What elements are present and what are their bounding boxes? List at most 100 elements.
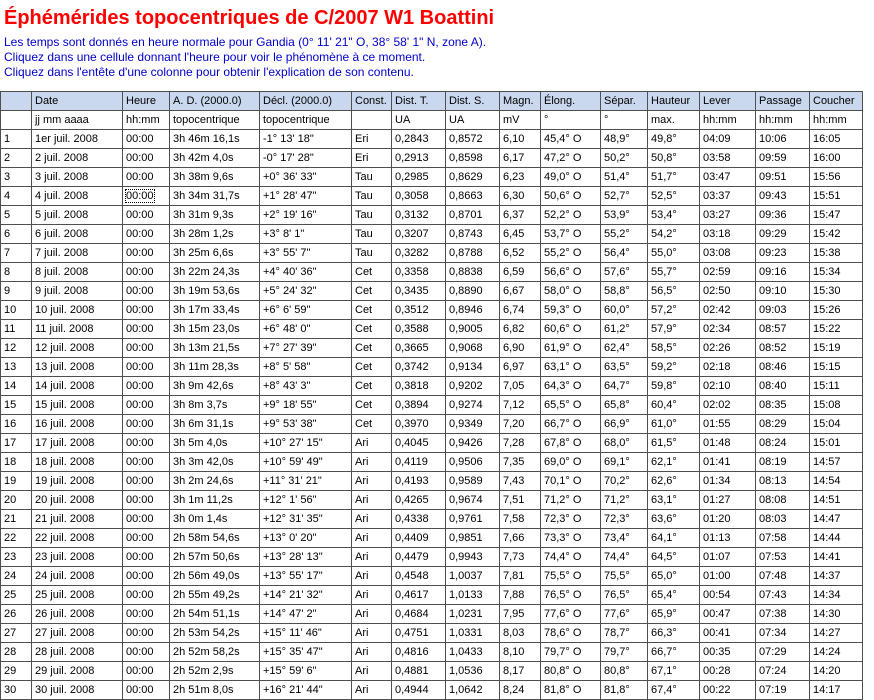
cell-transit-time[interactable]: 09:03 (755, 300, 810, 320)
cell-rise-time[interactable]: 02:02 (699, 395, 756, 415)
cell-transit-time[interactable]: 07:34 (755, 623, 810, 643)
cell-set-time[interactable]: 15:04 (809, 414, 863, 434)
cell-transit-time[interactable]: 08:08 (755, 490, 810, 510)
cell-set-time[interactable]: 14:41 (809, 547, 863, 567)
cell-rise-time[interactable]: 00:35 (699, 642, 756, 662)
cell-rise-time[interactable]: 00:28 (699, 661, 756, 681)
cell-rise-time[interactable]: 01:13 (699, 528, 756, 548)
cell-hour[interactable]: 00:00 (122, 585, 170, 605)
cell-transit-time[interactable]: 09:43 (755, 186, 810, 206)
cell-transit-time[interactable]: 07:48 (755, 566, 810, 586)
cell-set-time[interactable]: 16:05 (809, 129, 863, 149)
cell-rise-time[interactable]: 02:50 (699, 281, 756, 301)
column-header-sun-distance[interactable]: Dist. S. (445, 91, 500, 111)
cell-hour[interactable]: 00:00 (122, 509, 170, 529)
cell-hour[interactable]: 00:00 (122, 642, 170, 662)
cell-rise-time[interactable]: 01:48 (699, 433, 756, 453)
cell-set-time[interactable]: 14:30 (809, 604, 863, 624)
cell-set-time[interactable]: 14:27 (809, 623, 863, 643)
cell-hour[interactable]: 00:00 (122, 566, 170, 586)
cell-transit-time[interactable]: 08:24 (755, 433, 810, 453)
cell-transit-time[interactable]: 08:29 (755, 414, 810, 434)
cell-set-time[interactable]: 14:17 (809, 680, 863, 700)
cell-set-time[interactable]: 14:54 (809, 471, 863, 491)
column-header-hour[interactable]: Heure (122, 91, 170, 111)
cell-rise-time[interactable]: 01:20 (699, 509, 756, 529)
cell-rise-time[interactable]: 03:37 (699, 186, 756, 206)
cell-hour[interactable]: 00:00 (122, 262, 170, 282)
cell-transit-time[interactable]: 07:38 (755, 604, 810, 624)
cell-transit-time[interactable]: 08:40 (755, 376, 810, 396)
cell-set-time[interactable]: 15:08 (809, 395, 863, 415)
cell-hour[interactable]: 00:00 (122, 338, 170, 358)
cell-hour[interactable]: 00:00 (122, 224, 170, 244)
cell-set-time[interactable]: 15:34 (809, 262, 863, 282)
cell-hour[interactable]: 00:00 (122, 547, 170, 567)
cell-hour[interactable]: 00:00 (122, 129, 170, 149)
cell-transit-time[interactable]: 09:16 (755, 262, 810, 282)
cell-rise-time[interactable]: 02:34 (699, 319, 756, 339)
cell-rise-time[interactable]: 00:41 (699, 623, 756, 643)
cell-hour[interactable]: 00:00 (122, 376, 170, 396)
cell-hour[interactable]: 00:00 (122, 167, 170, 187)
cell-transit-time[interactable]: 08:03 (755, 509, 810, 529)
cell-hour[interactable]: 00:00 (122, 148, 170, 168)
cell-set-time[interactable]: 14:44 (809, 528, 863, 548)
column-header-rise-time[interactable]: Lever (699, 91, 756, 111)
cell-set-time[interactable]: 15:19 (809, 338, 863, 358)
cell-hour[interactable]: 00:00 (122, 319, 170, 339)
cell-set-time[interactable]: 14:57 (809, 452, 863, 472)
cell-rise-time[interactable]: 01:27 (699, 490, 756, 510)
cell-set-time[interactable]: 15:01 (809, 433, 863, 453)
column-header-set-time[interactable]: Coucher (809, 91, 863, 111)
cell-rise-time[interactable]: 03:58 (699, 148, 756, 168)
cell-rise-time[interactable]: 03:27 (699, 205, 756, 225)
cell-set-time[interactable]: 15:38 (809, 243, 863, 263)
cell-rise-time[interactable]: 00:22 (699, 680, 756, 700)
cell-set-time[interactable]: 15:11 (809, 376, 863, 396)
cell-rise-time[interactable]: 01:41 (699, 452, 756, 472)
cell-set-time[interactable]: 15:22 (809, 319, 863, 339)
cell-set-time[interactable]: 15:30 (809, 281, 863, 301)
cell-transit-time[interactable]: 07:58 (755, 528, 810, 548)
column-header-elongation[interactable]: Élong. (540, 91, 601, 111)
cell-transit-time[interactable]: 10:06 (755, 129, 810, 149)
cell-transit-time[interactable]: 07:19 (755, 680, 810, 700)
cell-set-time[interactable]: 14:51 (809, 490, 863, 510)
cell-rise-time[interactable]: 02:42 (699, 300, 756, 320)
cell-set-time[interactable]: 15:51 (809, 186, 863, 206)
cell-transit-time[interactable]: 08:35 (755, 395, 810, 415)
cell-rise-time[interactable]: 02:18 (699, 357, 756, 377)
cell-set-time[interactable]: 14:20 (809, 661, 863, 681)
cell-hour[interactable]: 00:00 (122, 300, 170, 320)
cell-set-time[interactable]: 14:34 (809, 585, 863, 605)
cell-set-time[interactable]: 15:47 (809, 205, 863, 225)
cell-transit-time[interactable]: 08:57 (755, 319, 810, 339)
cell-rise-time[interactable]: 00:54 (699, 585, 756, 605)
cell-transit-time[interactable]: 09:59 (755, 148, 810, 168)
cell-transit-time[interactable]: 09:23 (755, 243, 810, 263)
cell-hour[interactable]: 00:00 (122, 604, 170, 624)
cell-transit-time[interactable]: 08:13 (755, 471, 810, 491)
cell-transit-time[interactable]: 09:29 (755, 224, 810, 244)
cell-rise-time[interactable]: 04:09 (699, 129, 756, 149)
cell-set-time[interactable]: 15:26 (809, 300, 863, 320)
cell-hour[interactable]: 00:00 (122, 281, 170, 301)
column-header-constellation[interactable]: Const. (351, 91, 392, 111)
cell-hour[interactable]: 00:00 (122, 452, 170, 472)
cell-set-time[interactable]: 16:00 (809, 148, 863, 168)
cell-hour[interactable]: 00:00 (122, 243, 170, 263)
cell-rise-time[interactable]: 02:10 (699, 376, 756, 396)
cell-transit-time[interactable]: 09:51 (755, 167, 810, 187)
cell-hour[interactable]: 00:00 (122, 661, 170, 681)
cell-hour[interactable]: 00:00 (122, 186, 170, 206)
cell-hour[interactable]: 00:00 (122, 471, 170, 491)
column-header-declination[interactable]: Décl. (2000.0) (259, 91, 352, 111)
cell-rise-time[interactable]: 00:47 (699, 604, 756, 624)
cell-transit-time[interactable]: 07:29 (755, 642, 810, 662)
cell-hour[interactable]: 00:00 (122, 433, 170, 453)
column-header-right-ascension[interactable]: A. D. (2000.0) (169, 91, 260, 111)
column-header-transit-time[interactable]: Passage (755, 91, 810, 111)
cell-transit-time[interactable]: 09:36 (755, 205, 810, 225)
cell-set-time[interactable]: 15:15 (809, 357, 863, 377)
